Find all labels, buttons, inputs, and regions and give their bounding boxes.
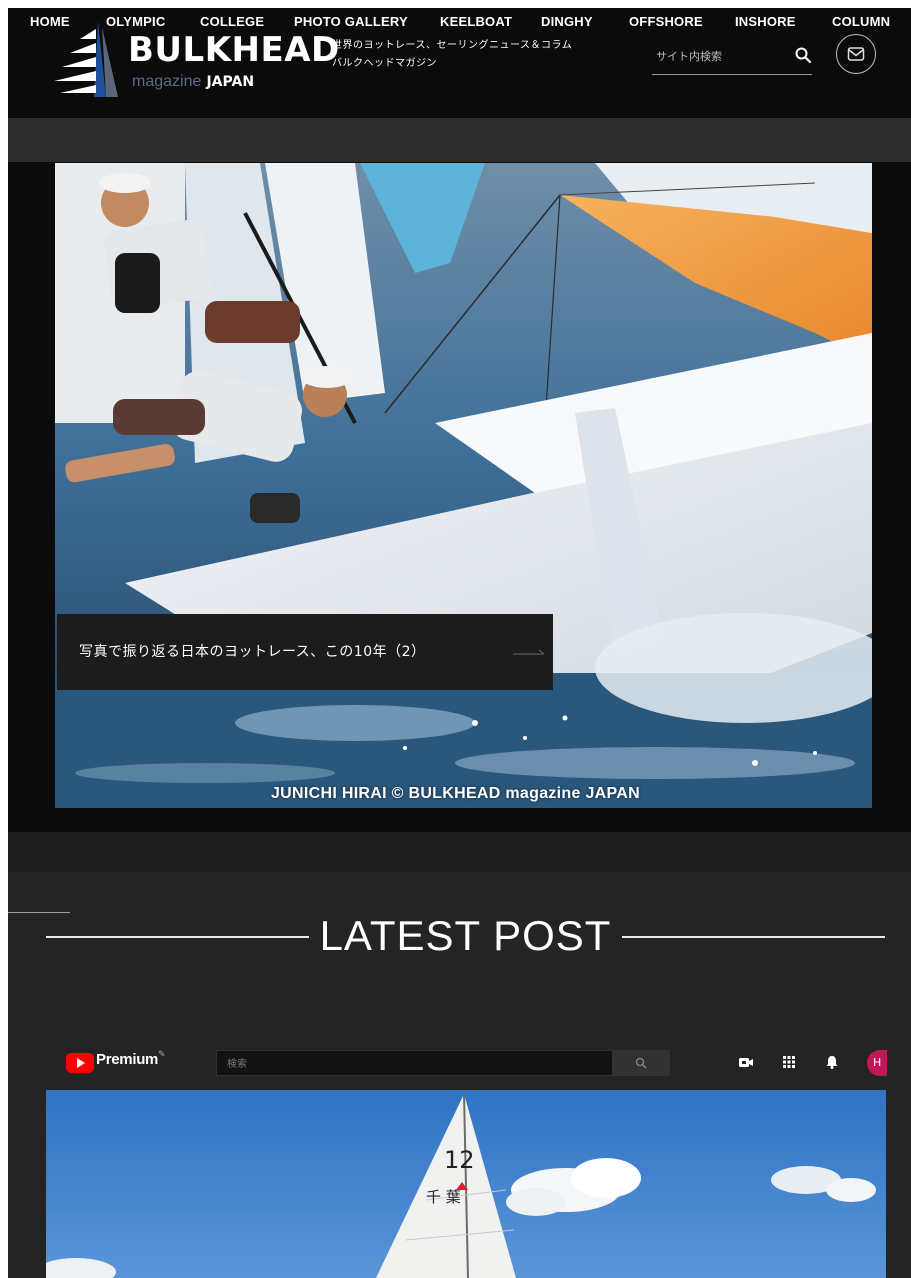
pencil-icon: ✎ — [158, 1050, 166, 1060]
nav-keelboat[interactable]: KEELBOAT — [440, 12, 512, 32]
site-tagline: 世界のヨットレース、セーリングニュース＆コラム バルクヘッドマガジン — [332, 37, 572, 73]
hero-photo — [55, 163, 872, 808]
video-thumbnail[interactable]: 12 千 葉 — [46, 1090, 886, 1278]
bell-icon[interactable] — [824, 1054, 840, 1070]
youtube-search — [216, 1050, 613, 1076]
site-logo-subtitle: magazine JAPAN — [132, 72, 254, 91]
video-photo: 12 千 葉 — [46, 1090, 886, 1278]
arrow-right-icon — [513, 649, 545, 655]
hero-caption-box[interactable]: 写真で振り返る日本のヨットレース、この10年（2） — [57, 614, 553, 690]
mail-icon — [847, 47, 865, 61]
hero-caption-text: 写真で振り返る日本のヨットレース、この10年（2） — [79, 644, 426, 660]
sail-number: 12 — [444, 1146, 475, 1174]
mail-button[interactable] — [836, 34, 876, 74]
logo-magazine-text: magazine — [132, 73, 202, 90]
section-divider-band — [8, 832, 911, 872]
tagline-line-2: バルクヘッドマガジン — [332, 58, 437, 69]
nav-inshore[interactable]: INSHORE — [735, 12, 796, 32]
search-icon — [635, 1057, 647, 1069]
nav-home[interactable]: HOME — [30, 12, 70, 32]
hero-image[interactable] — [55, 163, 872, 808]
sail-text: 千 葉 — [426, 1188, 461, 1206]
youtube-brand-label[interactable]: Premium — [96, 1051, 158, 1068]
youtube-search-input[interactable] — [225, 1054, 609, 1074]
main-nav — [8, 118, 911, 162]
site-search-input[interactable] — [654, 44, 783, 68]
site-logo-title[interactable]: BULKHEAD — [128, 32, 340, 68]
photo-credit: JUNICHI HIRAI © BULKHEAD magazine JAPAN — [270, 785, 640, 802]
nav-photo-gallery[interactable]: PHOTO GALLERY — [294, 12, 408, 32]
nav-college[interactable]: COLLEGE — [200, 12, 264, 32]
nav-dinghy[interactable]: DINGHY — [541, 12, 593, 32]
section-title: LATEST POST — [319, 912, 612, 959]
youtube-play-icon[interactable] — [66, 1053, 94, 1073]
nav-offshore[interactable]: OFFSHORE — [629, 12, 703, 32]
search-icon[interactable] — [794, 46, 812, 64]
video-camera-icon[interactable] — [738, 1054, 754, 1070]
nav-column[interactable]: COLUMN — [832, 12, 890, 32]
site-search — [652, 40, 812, 75]
tagline-line-1: 世界のヨットレース、セーリングニュース＆コラム — [332, 40, 573, 51]
nav-olympic[interactable]: OLYMPIC — [106, 12, 165, 32]
youtube-search-button[interactable] — [613, 1050, 670, 1076]
logo-japan-text: JAPAN — [206, 74, 255, 90]
avatar[interactable]: H — [867, 1050, 887, 1076]
apps-grid-icon[interactable] — [781, 1054, 797, 1070]
